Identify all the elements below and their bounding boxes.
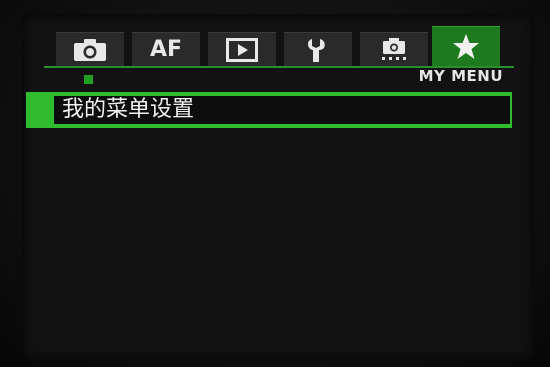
wrench-icon <box>306 37 330 63</box>
play-icon <box>226 37 258 62</box>
menu-item-label: 我的菜单设置 <box>62 97 195 122</box>
tab-af[interactable]: AF <box>132 32 200 66</box>
tab-setup[interactable] <box>284 32 352 66</box>
page-indicator <box>84 75 93 84</box>
tab-playback[interactable] <box>208 32 276 66</box>
menu-item-my-menu-settings[interactable]: 我的菜单设置 <box>26 92 512 128</box>
tab-custom-functions[interactable] <box>360 32 428 66</box>
camera-custom-icon <box>379 37 409 63</box>
tab-shooting[interactable] <box>56 32 124 66</box>
active-tab-title: MY MENU <box>418 67 503 85</box>
menu-tab-bar: AF <box>56 26 502 66</box>
camera-icon <box>73 38 107 62</box>
tab-my-menu[interactable] <box>432 26 500 66</box>
tab-af-label: AF <box>149 37 183 62</box>
star-icon <box>451 32 481 62</box>
